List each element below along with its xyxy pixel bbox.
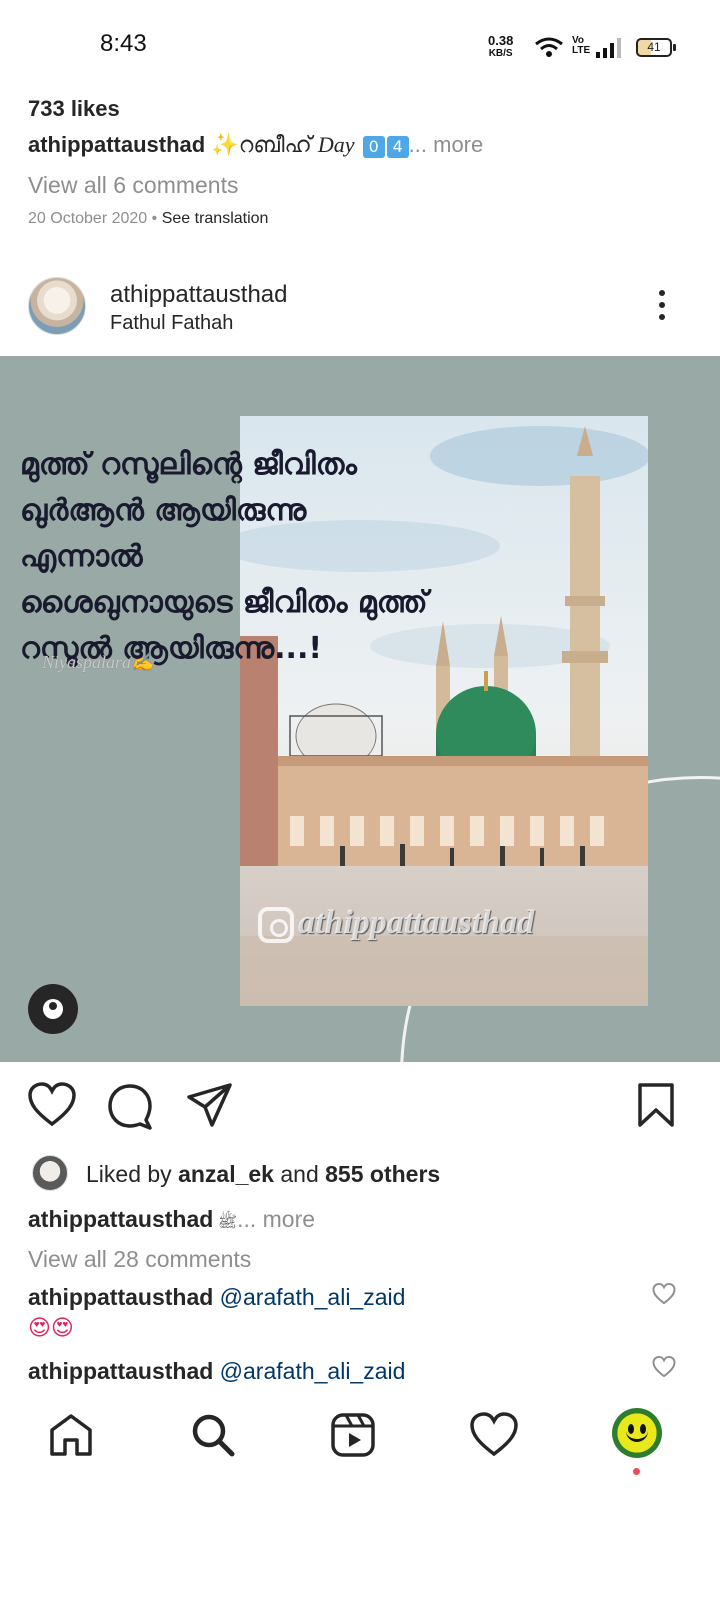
comment-row[interactable]: athippattausthad @arafath_ali_zaid <box>28 1358 405 1385</box>
post-author-username[interactable]: athippattausthad <box>110 281 287 309</box>
comment-like-heart-icon[interactable] <box>652 1283 676 1305</box>
likes-count[interactable]: 855 others <box>325 1161 440 1187</box>
bottom-navigation <box>0 1390 720 1490</box>
caption-more-link[interactable]: ... more <box>237 1206 315 1232</box>
date-text: 20 October 2020 <box>28 210 148 227</box>
caption-day: Day <box>317 132 355 157</box>
share-icon[interactable] <box>186 1082 234 1128</box>
more-options-icon[interactable] <box>654 290 670 324</box>
status-bar: 8:43 0.38 KB/S Vo LTE 41 <box>0 0 720 96</box>
caption-text: ✨റബീഹ് <box>211 132 318 157</box>
profile-avatar[interactable] <box>612 1408 662 1458</box>
instagram-watermark: athippattausthad <box>258 904 535 944</box>
view-all-comments-link[interactable]: View all 6 comments <box>28 172 239 199</box>
wifi-icon <box>535 37 563 57</box>
separator: • <box>147 210 162 227</box>
status-time: 8:43 <box>100 30 147 57</box>
search-icon[interactable] <box>190 1412 236 1458</box>
comment-mention[interactable]: @arafath_ali_zaid <box>220 1284 406 1310</box>
quote-line: എന്നാൽ <box>20 539 143 574</box>
caption-username[interactable]: athippattausthad <box>28 1206 213 1232</box>
volte-line-2: LTE <box>572 45 591 56</box>
caption-more-link[interactable]: ... more <box>409 132 484 157</box>
comment-icon[interactable] <box>106 1082 154 1130</box>
watermark-text: athippattausthad <box>298 904 535 941</box>
comment-like-heart-icon[interactable] <box>652 1356 676 1378</box>
previous-post-likes[interactable]: 733 likes <box>28 96 120 122</box>
see-translation-link[interactable]: See translation <box>162 210 269 227</box>
volte-indicator: Vo LTE <box>572 36 590 56</box>
caption-text: ﷺ <box>213 1214 238 1231</box>
reels-icon[interactable] <box>330 1412 376 1458</box>
view-all-comments-link[interactable]: View all 28 comments <box>28 1246 251 1273</box>
tagged-people-icon[interactable] <box>28 984 78 1034</box>
instagram-logo-icon <box>258 907 294 944</box>
liked-by-text[interactable]: Liked by anzal_ek and 855 others <box>86 1161 440 1188</box>
post-location[interactable]: Fathul Fathah <box>110 312 233 335</box>
bookmark-icon[interactable] <box>636 1082 676 1128</box>
post-author-avatar[interactable] <box>28 277 86 335</box>
network-speed-unit: KB/S <box>488 48 513 59</box>
post-image[interactable]: മുത്ത് റസൂലിന്റെ ജീവിതം ഖുർആൻ ആയിരുന്നു … <box>0 356 720 1062</box>
liker-username[interactable]: anzal_ek <box>178 1161 274 1187</box>
comment-emoji: 😍😍 <box>28 1316 74 1341</box>
comment-row[interactable]: athippattausthad @arafath_ali_zaid <box>28 1284 405 1311</box>
network-speed: 0.38 KB/S <box>488 34 513 60</box>
quote-line: മുത്ത് റസൂലിന്റെ ജീവിതം <box>20 447 357 482</box>
comment-username[interactable]: athippattausthad <box>28 1358 213 1384</box>
overlay-quote: മുത്ത് റസൂലിന്റെ ജീവിതം ഖുർആൻ ആയിരുന്നു … <box>20 442 428 672</box>
signal-icon <box>596 38 621 58</box>
comment-username[interactable]: athippattausthad <box>28 1284 213 1310</box>
liked-by-and: and <box>273 1161 326 1187</box>
liker-avatar[interactable] <box>32 1155 68 1191</box>
caption-username[interactable]: athippattausthad <box>28 132 205 157</box>
heart-icon[interactable] <box>28 1082 76 1128</box>
quote-line: ഖുർആൻ ആയിരുന്നു <box>20 493 307 528</box>
keycap-digit: 4 <box>386 136 409 158</box>
activity-heart-icon[interactable] <box>470 1412 518 1458</box>
liked-by-prefix: Liked by <box>86 1161 179 1187</box>
post-date: 20 October 2020 • See translation <box>28 210 268 228</box>
quote-line: ശൈഖുനായുടെ ജീവിതം മുത്ത് <box>20 585 428 620</box>
home-icon[interactable] <box>48 1412 94 1458</box>
notification-dot <box>633 1468 640 1475</box>
artist-signature: Niyaspalara✍ <box>42 652 154 672</box>
network-speed-value: 0.38 <box>488 33 514 48</box>
previous-post-caption[interactable]: athippattausthad ✨റബീഹ് Day 0 4... more <box>28 132 483 158</box>
comment-mention[interactable]: @arafath_ali_zaid <box>220 1358 406 1384</box>
keycap-digit: 0 <box>362 136 385 158</box>
post-caption[interactable]: athippattausthad ﷺ... more <box>28 1206 315 1235</box>
battery-icon: 41 <box>636 38 676 57</box>
